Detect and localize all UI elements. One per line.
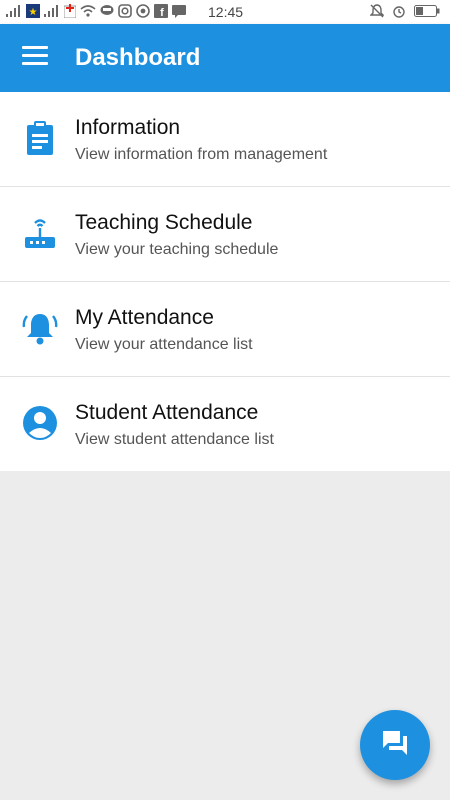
svg-text:★: ★ [29,7,38,18]
menu-item-teaching-schedule[interactable]: Teaching Schedule View your teaching sch… [0,187,450,282]
instagram-icon [118,4,132,18]
line-icon [100,4,114,18]
account-circle-icon [22,405,58,441]
menu-item-information[interactable]: Information View information from manage… [0,92,450,187]
wifi-icon [80,5,96,17]
menu-item-title: Information [75,116,181,139]
app-bar: Dashboard [0,24,450,92]
menu-item-title: Student Attendance [75,401,259,424]
page-title: Dashboard [75,44,201,71]
dashboard-menu-list: Information View information from manage… [0,92,450,471]
silent-icon [370,4,384,18]
signal-icon [6,5,22,17]
chat-icon [381,729,409,762]
menu-item-subtitle: View information from management [75,146,328,163]
message-icon [172,4,186,18]
facebook-icon: f [154,4,168,18]
menu-item-subtitle: View your teaching schedule [75,241,279,258]
menu-item-student-attendance[interactable]: Student Attendance View student attendan… [0,377,450,471]
alarm-icon [392,4,406,18]
menu-item-subtitle: View student attendance list [75,431,274,448]
battery-icon [414,5,440,17]
status-left-icons: ★ f [6,4,186,18]
clipboard-icon [22,120,58,156]
menu-item-my-attendance[interactable]: My Attendance View your attendance list [0,282,450,377]
menu-item-title: Teaching Schedule [75,211,253,234]
notification-icon [64,4,76,18]
whatsapp-icon [136,4,150,18]
menu-item-title: My Attendance [75,306,214,329]
signal-icon [44,5,60,17]
bell-icon [22,310,58,346]
status-right-icons [370,4,440,18]
chat-fab-button[interactable] [360,710,430,780]
svg-text:f: f [160,7,164,18]
status-bar: ★ f 12:45 [0,0,450,24]
status-time: 12:45 [208,4,244,20]
menu-button[interactable] [22,46,48,68]
router-icon [22,215,58,251]
menu-item-subtitle: View your attendance list [75,336,253,353]
sim-icon: ★ [26,4,40,18]
